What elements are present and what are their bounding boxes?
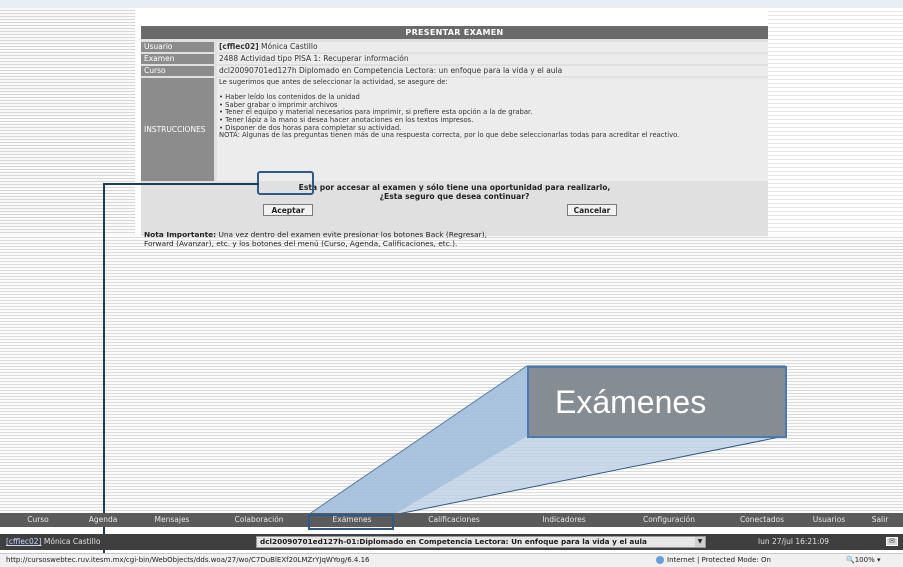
note-text-2: Forward (Avanzar), etc. y los botones de… [144,238,458,248]
zone-text: Internet | Protected Mode: On [667,556,771,564]
session-user: [cfflec02] Mónica Castillo [6,534,100,550]
menu-configuracion[interactable]: Configuración [614,513,724,527]
menu-calificaciones[interactable]: Calificaciones [394,513,514,527]
row-examen: Examen 2488 Actividad tipo PISA 1: Recup… [141,54,768,64]
status-url: http://cursoswebtec.ruv.itesm.mx/cgi-bin… [6,556,370,564]
row-instrucciones: INSTRUCCIONES Le sugerimos que antes de … [141,78,768,181]
main-menu-bar: Curso Agenda Mensajes Colaboración Exáme… [0,513,903,527]
session-datetime: lun 27/jul 16:21:09 [758,537,830,546]
accept-button[interactable]: Aceptar [263,204,313,216]
session-bar: [cfflec02] Mónica Castillo dcl20090701ed… [0,534,903,550]
accept-highlight-box [257,171,314,195]
cancel-button[interactable]: Cancelar [567,204,617,216]
menu-salir[interactable]: Salir [860,513,900,527]
session-user-name: Mónica Castillo [43,537,101,546]
panel-title: PRESENTAR EXAMEN [141,26,768,39]
row-curso: Curso dcl20090701ed127h Diplomado en Com… [141,66,768,76]
course-select-value: dcl20090701ed127h-01:Diplomado en Compet… [260,537,647,546]
important-note: Nota Importante: Una vez dentro del exam… [144,230,744,248]
menu-indicadores[interactable]: Indicadores [516,513,612,527]
menu-agenda[interactable]: Agenda [70,513,136,527]
value-usuario: [cfflec02] Mónica Castillo [217,42,768,52]
usuario-name: Mónica Castillo [261,42,318,51]
usuario-bracket: [cfflec02] [219,42,259,51]
security-zone: Internet | Protected Mode: On [656,554,771,567]
mail-icon[interactable]: ✉ [886,537,898,546]
session-user-link[interactable]: [cfflec02] [6,537,42,546]
label-usuario: Usuario [141,42,214,52]
menu-curso[interactable]: Curso [8,513,68,527]
examenes-highlight-box [308,514,394,530]
callout-connector-vertical [103,183,105,567]
browser-status-bar: http://cursoswebtec.ruv.itesm.mx/cgi-bin… [0,553,903,567]
label-instrucciones: INSTRUCCIONES [141,78,214,181]
value-examen: 2488 Actividad tipo PISA 1: Recuperar in… [217,54,768,64]
zoom-value: 100% [854,556,875,564]
value-curso: dcl20090701ed127h Diplomado en Competenc… [217,66,768,76]
warning-line-2: ¿Esta seguro que desea continuar? [379,192,530,201]
callout-connector-horizontal [103,183,259,185]
menu-mensajes[interactable]: Mensajes [138,513,206,527]
label-examen: Examen [141,54,214,64]
label-curso: Curso [141,66,214,76]
menu-usuarios[interactable]: Usuarios [800,513,858,527]
menu-conectados[interactable]: Conectados [726,513,798,527]
exam-panel: PRESENTAR EXAMEN Usuario [cfflec02] Móni… [141,26,768,247]
confirmation-warning: Esta por accesar al examen y sólo tiene … [141,183,768,201]
top-strip [0,0,903,8]
menu-colaboracion[interactable]: Colaboración [208,513,310,527]
background-right [768,8,903,238]
globe-icon [656,556,664,564]
value-instrucciones: Le sugerimos que antes de seleccionar la… [217,78,768,181]
zoom-level[interactable]: 🔍100% ▾ [846,554,880,567]
row-usuario: Usuario [cfflec02] Mónica Castillo [141,42,768,52]
chevron-down-icon[interactable]: ▼ [695,537,705,547]
callout-label: Exámenes [527,366,787,438]
course-select[interactable]: dcl20090701ed127h-01:Diplomado en Compet… [256,536,706,548]
